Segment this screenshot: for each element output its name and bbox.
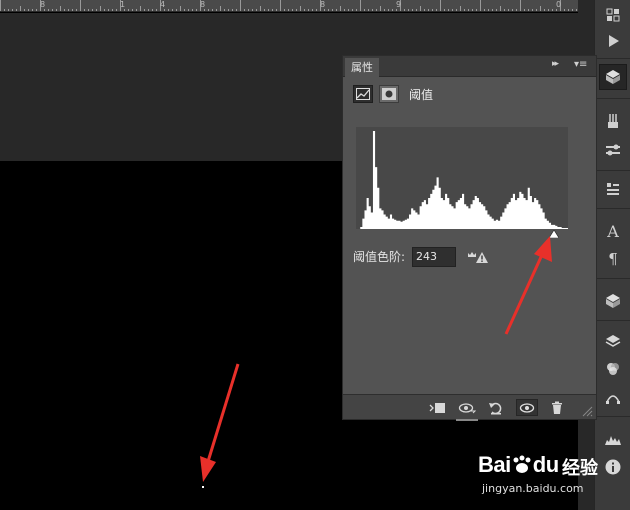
brush-presets-icon[interactable] bbox=[599, 108, 627, 134]
properties-icon[interactable] bbox=[599, 64, 627, 90]
resize-grip-icon[interactable] bbox=[581, 405, 593, 417]
watermark-logo: Bai du bbox=[478, 452, 559, 478]
delete-layer-icon[interactable] bbox=[546, 399, 568, 416]
watermark-logo-bai: Bai bbox=[478, 452, 511, 477]
adjustment-header: 阈值 bbox=[353, 83, 433, 105]
divider bbox=[595, 98, 630, 99]
character-icon[interactable]: A bbox=[599, 218, 627, 244]
threshold-slider-handle[interactable] bbox=[549, 230, 559, 238]
watermark-jingyan-text: 经验 bbox=[562, 458, 598, 479]
paths-icon[interactable] bbox=[599, 384, 627, 410]
ruler-label: 8 bbox=[320, 0, 326, 9]
adjustment-title: 阈值 bbox=[409, 87, 434, 102]
divider bbox=[595, 320, 630, 321]
tool-presets-icon[interactable] bbox=[599, 176, 627, 202]
reset-adjustment-icon[interactable] bbox=[485, 399, 507, 416]
horizontal-ruler: 8 1 4 8 8 9 0 bbox=[0, 0, 578, 12]
adjustment-layer-icon[interactable] bbox=[353, 85, 373, 103]
ruler-label: 8 bbox=[40, 0, 46, 9]
baidu-jingyan-watermark: Bai du 经验 jingyan.baidu.com bbox=[478, 452, 628, 502]
threshold-level-label: 阈值色阶: bbox=[353, 250, 406, 264]
ruler-label: 1 bbox=[120, 0, 126, 9]
play-actions-icon[interactable] bbox=[599, 28, 627, 54]
divider bbox=[595, 208, 630, 209]
threshold-histogram bbox=[356, 127, 568, 229]
view-previous-state-icon[interactable] bbox=[456, 399, 478, 416]
paw-icon bbox=[513, 455, 531, 473]
clip-to-layer-icon[interactable] bbox=[427, 399, 449, 416]
ruler-ticks bbox=[0, 0, 577, 11]
histogram-icon[interactable] bbox=[599, 426, 627, 452]
ruler-label: 8 bbox=[200, 0, 206, 9]
watermark-logo-du: du bbox=[532, 452, 559, 477]
brush-settings-icon[interactable] bbox=[599, 138, 627, 164]
divider bbox=[595, 170, 630, 171]
panel-footer bbox=[343, 394, 596, 419]
ruler-label: 4 bbox=[160, 0, 166, 9]
threshold-level-input[interactable]: 243 bbox=[412, 247, 456, 267]
ruler-label: 0 bbox=[556, 0, 562, 9]
histogram-plot bbox=[356, 131, 568, 229]
panel-menu-icon[interactable]: ▾≡ bbox=[574, 59, 587, 70]
panel-tab-bar: 属性 ▸▸ ▾≡ bbox=[343, 56, 596, 77]
histogram-area bbox=[356, 131, 568, 229]
3d-cube-icon[interactable] bbox=[599, 288, 627, 314]
divider bbox=[595, 278, 630, 279]
divider bbox=[595, 58, 630, 59]
history-icon[interactable] bbox=[599, 2, 627, 28]
divider bbox=[595, 416, 630, 417]
clipping-warning-icon[interactable] bbox=[467, 250, 489, 264]
toggle-visibility-icon[interactable] bbox=[516, 399, 538, 416]
collapse-icon[interactable]: ▸▸ bbox=[552, 59, 559, 69]
white-pixel-dot bbox=[202, 486, 204, 488]
paragraph-icon[interactable]: ¶ bbox=[599, 246, 627, 272]
watermark-url: jingyan.baidu.com bbox=[482, 482, 584, 495]
layer-mask-icon[interactable] bbox=[379, 85, 399, 103]
ruler-label: 9 bbox=[396, 0, 402, 9]
panel-drag-handle[interactable] bbox=[456, 419, 478, 421]
panel-dock-strip: A ¶ bbox=[594, 0, 630, 510]
layers-icon[interactable] bbox=[599, 328, 627, 354]
properties-panel: 属性 ▸▸ ▾≡ 阈值 阈值色阶: 243 bbox=[342, 55, 597, 421]
channels-icon[interactable] bbox=[599, 356, 627, 382]
tab-properties[interactable]: 属性 bbox=[345, 58, 379, 77]
